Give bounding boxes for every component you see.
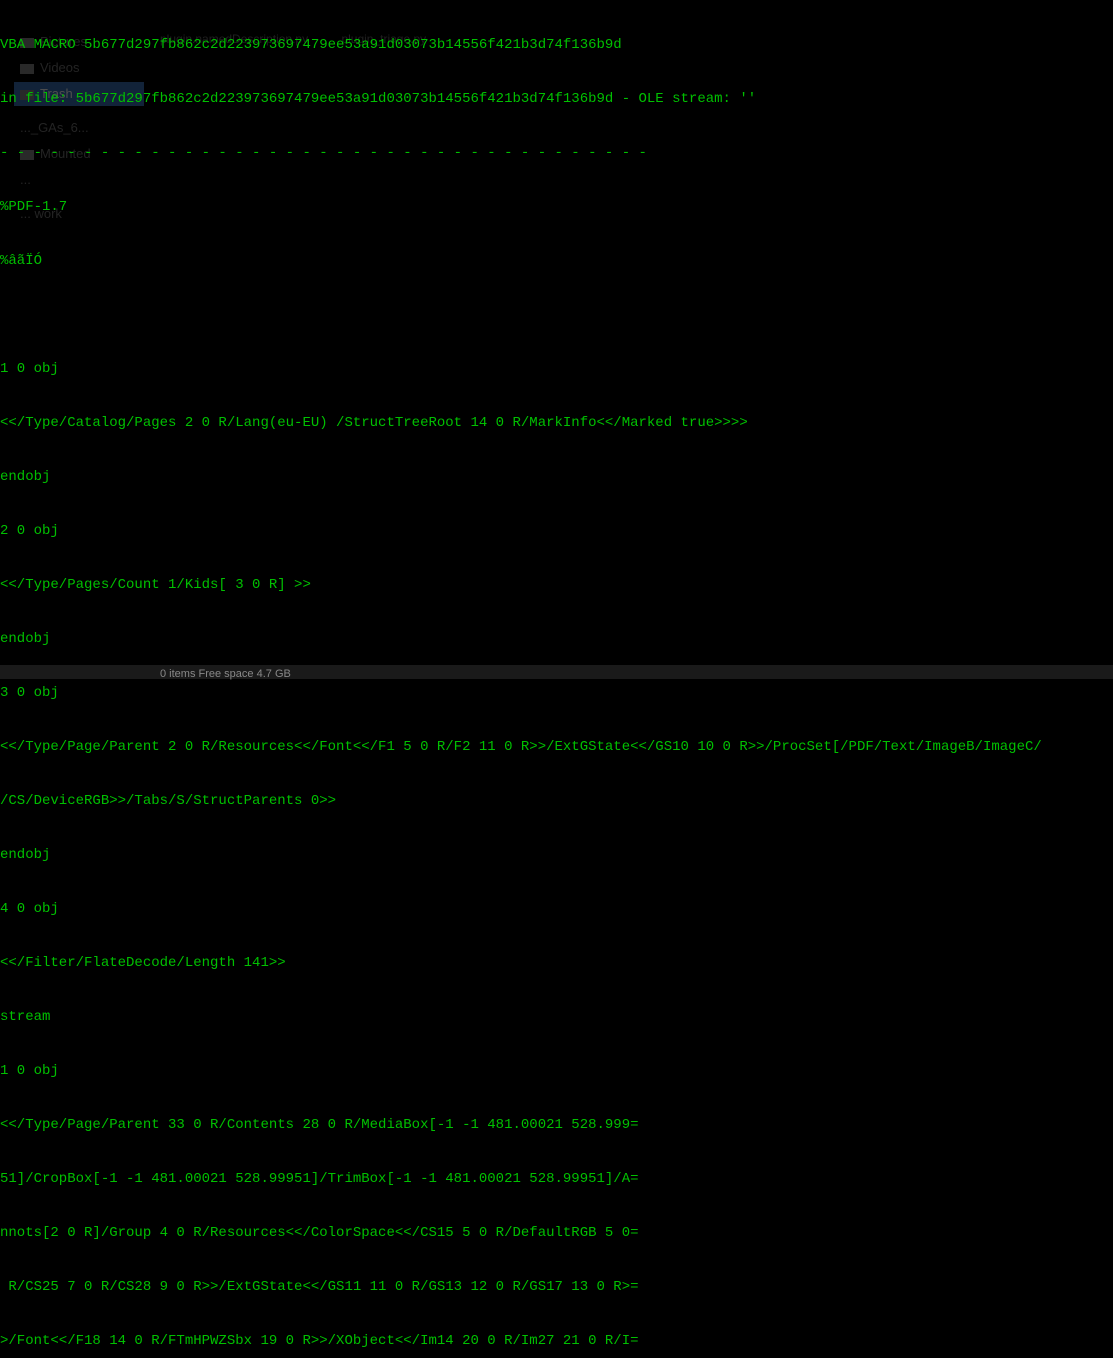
terminal-line: <</Type/Catalog/Pages 2 0 R/Lang(eu-EU) … (0, 414, 1113, 432)
terminal-line: 2 0 obj (0, 522, 1113, 540)
terminal-line: /CS/DeviceRGB>>/Tabs/S/StructParents 0>> (0, 792, 1113, 810)
terminal-line: %PDF-1.7 (0, 198, 1113, 216)
terminal-line: in file: 5b677d297fb862c2d223973697479ee… (0, 90, 1113, 108)
terminal-line: endobj (0, 846, 1113, 864)
terminal-line: <</Type/Page/Parent 2 0 R/Resources<</Fo… (0, 738, 1113, 756)
terminal-line: <</Type/Page/Parent 33 0 R/Contents 28 0… (0, 1116, 1113, 1134)
terminal-line: 1 0 obj (0, 360, 1113, 378)
terminal-line: 1 0 obj (0, 1062, 1113, 1080)
terminal-line: endobj (0, 468, 1113, 486)
terminal-output[interactable]: VBA MACRO 5b677d297fb862c2d223973697479e… (0, 0, 1113, 1358)
terminal-line: 3 0 obj (0, 684, 1113, 702)
terminal-line: <</Type/Pages/Count 1/Kids[ 3 0 R] >> (0, 576, 1113, 594)
terminal-line: VBA MACRO 5b677d297fb862c2d223973697479e… (0, 36, 1113, 54)
terminal-line: R/CS25 7 0 R/CS28 9 0 R>>/ExtGState<</GS… (0, 1278, 1113, 1296)
terminal-line: endobj (0, 630, 1113, 648)
terminal-line: %âãÏÓ (0, 252, 1113, 270)
terminal-line: nnots[2 0 R]/Group 4 0 R/Resources<</Col… (0, 1224, 1113, 1242)
terminal-line: stream (0, 1008, 1113, 1026)
terminal-line: 4 0 obj (0, 900, 1113, 918)
terminal-line: >/Font<</F18 14 0 R/FTmHPWZSbx 19 0 R>>/… (0, 1332, 1113, 1350)
terminal-line (0, 306, 1113, 324)
terminal-line: <</Filter/FlateDecode/Length 141>> (0, 954, 1113, 972)
terminal-line: 51]/CropBox[-1 -1 481.00021 528.99951]/T… (0, 1170, 1113, 1188)
terminal-line: - - - - - - - - - - - - - - - - - - - - … (0, 144, 1113, 162)
